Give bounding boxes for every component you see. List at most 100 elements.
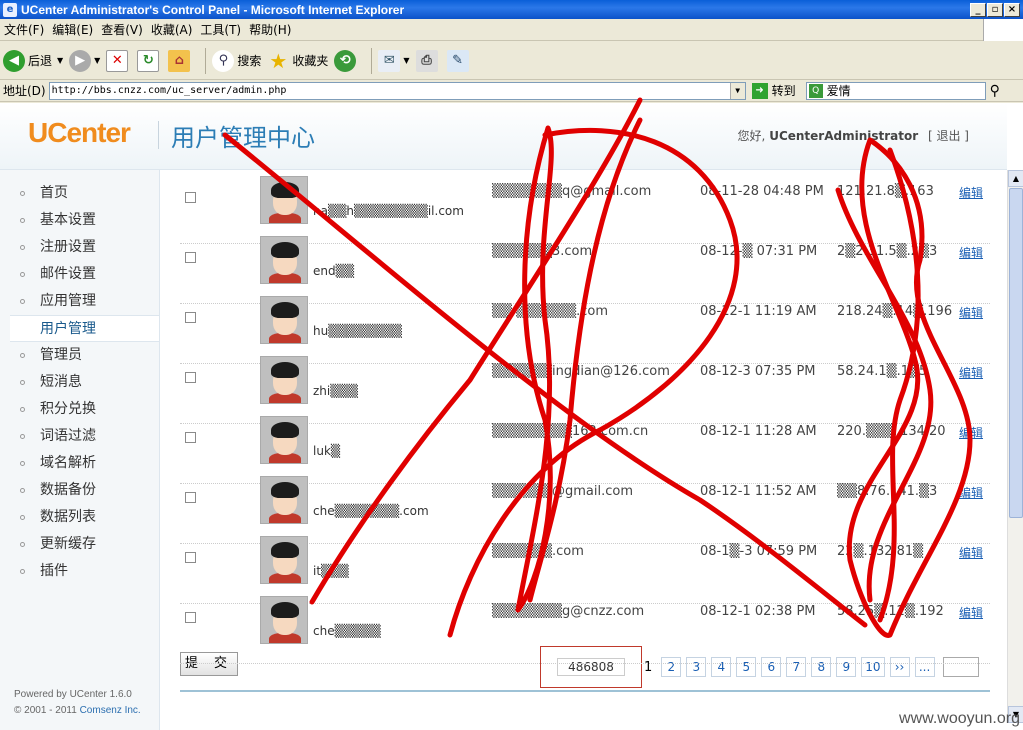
edit-link[interactable]: 编辑	[959, 304, 983, 321]
register-ip: 2▒2.31.5▒.2▒3	[837, 244, 938, 259]
username: it▒▒▒	[313, 564, 349, 578]
sidebar-item[interactable]: 注册设置	[0, 234, 159, 261]
register-ip: 58.25▒.12▒.192	[837, 604, 944, 619]
edit-link[interactable]: 编辑	[959, 484, 983, 501]
register-ip: ▒▒8.76.141.▒3	[837, 484, 938, 499]
sidebar-item[interactable]: 更新缓存	[0, 531, 159, 558]
toolbar-separator	[371, 47, 373, 74]
edit-link[interactable]: 编辑	[959, 604, 983, 621]
sidebar: 首页 基本设置 注册设置 邮件设置 应用管理用户管理管理员 短消息 积分兑换词语过滤域名解析…	[0, 170, 160, 730]
sidebar-item[interactable]: 短消息	[0, 369, 159, 396]
row-checkbox[interactable]	[185, 312, 196, 323]
history-button[interactable]: ⟲	[334, 49, 359, 72]
logout-link[interactable]: [ 退出 ]	[928, 129, 969, 143]
url-dropdown-icon[interactable]: ▼	[729, 82, 745, 99]
sidebar-nav: 首页 基本设置 注册设置 邮件设置 应用管理用户管理管理员 短消息 积分兑换词语过滤域名解析…	[0, 180, 159, 585]
sidebar-item[interactable]: 插件	[0, 558, 159, 585]
forward-button[interactable]: ▶ ▼	[69, 49, 100, 72]
mail-button[interactable]: ✉ ▼	[378, 49, 410, 72]
menu-bar: 文件(F) 编辑(E) 查看(V) 收藏(A) 工具(T) 帮助(H)	[0, 18, 1023, 41]
search-button[interactable]: ⚲ 搜索	[212, 49, 262, 72]
go-button[interactable]: ➜ 转到	[751, 82, 796, 99]
address-bar: 地址(D) http://bbs.cnzz.com/uc_server/admi…	[0, 80, 1023, 102]
sidebar-item[interactable]: 域名解析	[0, 450, 159, 477]
minimize-button[interactable]: _	[970, 2, 986, 17]
row-checkbox[interactable]	[185, 492, 196, 503]
powered-by: Powered by UCenter 1.6.0 © 2001 - 2011 C…	[14, 687, 141, 719]
search-provider-icon: Q	[808, 83, 823, 98]
menu-help[interactable]: 帮助(H)	[245, 21, 295, 38]
print-button[interactable]: ⎙	[415, 49, 441, 72]
row-checkbox[interactable]	[185, 372, 196, 383]
row-checkbox[interactable]	[185, 612, 196, 623]
menu-edit[interactable]: 编辑(E)	[48, 21, 97, 38]
row-checkbox[interactable]	[185, 432, 196, 443]
avatar	[260, 416, 308, 464]
edit-link[interactable]: 编辑	[959, 544, 983, 561]
restore-button[interactable]: ▫	[987, 2, 1003, 17]
dropdown-arrow-icon[interactable]: ▼	[94, 56, 100, 65]
edit-link[interactable]: 编辑	[959, 244, 983, 261]
go-arrow-icon: ➜	[751, 82, 768, 99]
row-checkbox[interactable]	[185, 252, 196, 263]
edit-link[interactable]: 编辑	[959, 184, 983, 201]
sidebar-item-label: 更新缓存	[40, 536, 96, 552]
menu-tools[interactable]: 工具(T)	[196, 21, 245, 38]
table-row: hu▒▒▒▒▒▒▒▒ ▒▒ ▒▒▒▒▒▒.com 08-12-1 11:19 AM 2…	[180, 296, 990, 364]
favorites-button[interactable]: ★ 收藏夹	[267, 48, 328, 73]
sidebar-item[interactable]: 数据备份	[0, 477, 159, 504]
sidebar-item[interactable]: 用户管理	[10, 315, 159, 342]
url-input[interactable]: http://bbs.cnzz.com/uc_server/admin.php …	[48, 81, 746, 100]
table-row: luk▒ ▒▒▒▒▒▒▒▒162.com.cn 08-12-1 11:28 AM 22…	[180, 416, 990, 484]
edit-link[interactable]: 编辑	[959, 364, 983, 381]
vertical-scrollbar[interactable]: ▲ ▼	[1007, 170, 1023, 723]
sidebar-item[interactable]: 积分兑换	[0, 396, 159, 423]
sidebar-item[interactable]: 数据列表	[0, 504, 159, 531]
refresh-icon: ↻	[137, 49, 160, 72]
star-icon: ★	[269, 48, 288, 73]
menu-file[interactable]: 文件(F)	[0, 21, 48, 38]
search-box[interactable]: Q 爱情	[805, 81, 986, 100]
magnifier-icon[interactable]: ⚲	[990, 83, 1000, 99]
dropdown-arrow-icon[interactable]: ▼	[57, 56, 63, 65]
sidebar-item-label: 词语过滤	[40, 428, 96, 444]
register-date: 08-12-3 07:35 PM	[700, 364, 816, 379]
sidebar-item[interactable]: 应用管理	[0, 288, 159, 315]
edit-button[interactable]: ✎	[446, 49, 472, 72]
username: luk▒	[313, 444, 341, 458]
sidebar-item-label: 数据列表	[40, 509, 96, 525]
refresh-button[interactable]: ↻	[137, 49, 162, 72]
scroll-thumb[interactable]	[1009, 188, 1023, 518]
brand-link[interactable]: Comsenz Inc.	[80, 705, 141, 716]
sidebar-item[interactable]: 管理员	[0, 342, 159, 369]
sidebar-item[interactable]: 基本设置	[0, 207, 159, 234]
close-button[interactable]: ×	[1004, 2, 1020, 17]
menu-view[interactable]: 查看(V)	[97, 21, 147, 38]
sidebar-item[interactable]: 邮件设置	[0, 261, 159, 288]
register-ip: 121.21.8▒.163	[837, 184, 934, 199]
sidebar-item[interactable]: 首页	[0, 180, 159, 207]
edit-link[interactable]: 编辑	[959, 424, 983, 441]
bullet-icon	[20, 406, 25, 412]
search-label: 搜索	[237, 54, 262, 68]
sidebar-item-label: 用户管理	[40, 321, 96, 337]
home-button[interactable]: ⌂	[168, 49, 193, 72]
table-row: zhi▒▒▒ ▒▒▒▒▒▒ingdian@126.com 08-12-3 07:35…	[180, 356, 990, 424]
copyright-text: © 2001 - 2011	[14, 705, 77, 716]
table-row: it▒▒▒ ▒▒▒▒▒▒.com 08-1▒-3 07:59 PM 22▒.132.8…	[180, 536, 990, 604]
address-label: 地址(D)	[3, 84, 46, 98]
scroll-up-icon[interactable]: ▲	[1008, 170, 1023, 187]
user-greeting: 您好, UCenterAdministrator [ 退出 ]	[738, 127, 969, 144]
stop-button[interactable]: ✕	[106, 49, 131, 72]
menu-favorites[interactable]: 收藏(A)	[147, 21, 197, 38]
username: zhi▒▒▒	[313, 384, 358, 398]
row-checkbox[interactable]	[185, 192, 196, 203]
edit-page-icon: ✎	[446, 49, 469, 72]
email: ▒▒▒▒▒▒ingdian@126.com	[492, 364, 670, 379]
admin-username: UCenterAdministrator	[769, 129, 919, 143]
email: ▒▒▒▒▒▒3.com	[492, 244, 593, 259]
dropdown-arrow-icon[interactable]: ▼	[403, 56, 409, 65]
back-button[interactable]: ◀ 后退 ▼	[3, 49, 63, 72]
row-checkbox[interactable]	[185, 552, 196, 563]
sidebar-item[interactable]: 词语过滤	[0, 423, 159, 450]
